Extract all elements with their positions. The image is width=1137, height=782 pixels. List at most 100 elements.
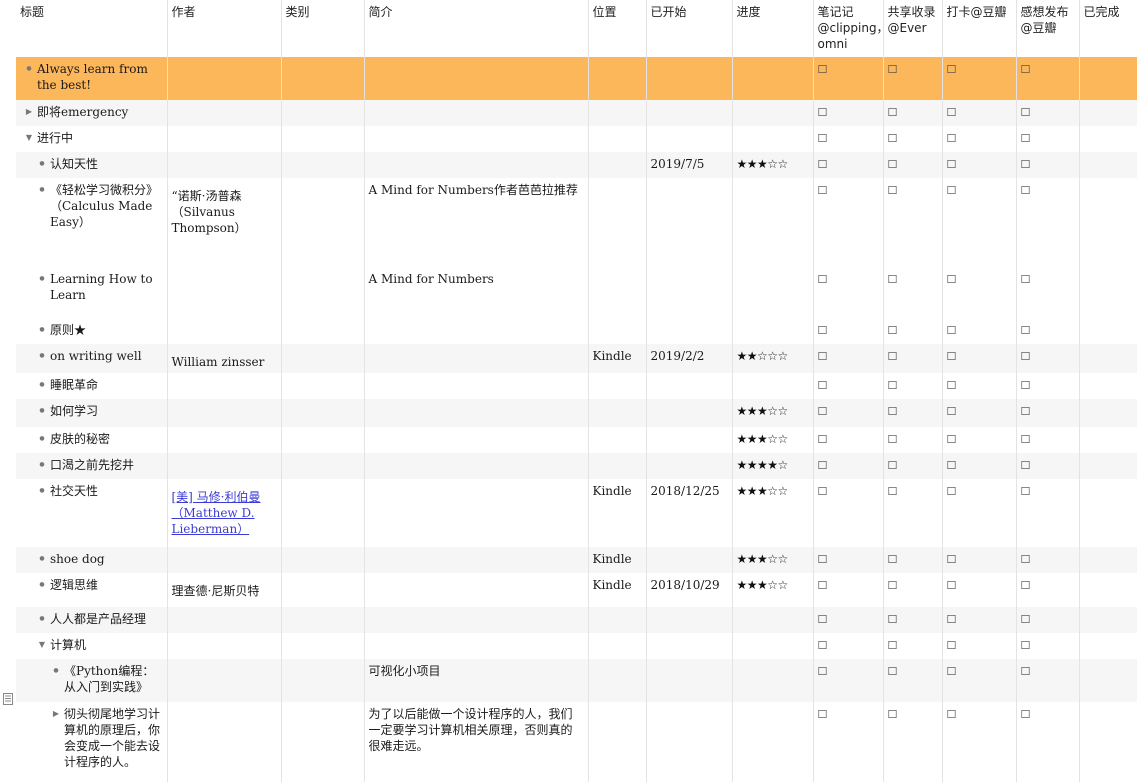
- checkin-checkbox[interactable]: ☐: [942, 399, 1017, 427]
- progress-cell[interactable]: ★★★☆☆: [732, 547, 814, 573]
- category-cell[interactable]: [281, 633, 365, 659]
- table-row[interactable]: ▼ 计算机 ☐ ☐ ☐ ☐: [16, 633, 1137, 659]
- finished-cell[interactable]: [1079, 57, 1137, 100]
- review-checkbox[interactable]: ☐: [1016, 373, 1080, 399]
- disclosure-expanded-icon[interactable]: ▼: [24, 130, 34, 146]
- checkin-checkbox[interactable]: ☐: [942, 126, 1017, 152]
- checkbox-icon[interactable]: ☐: [947, 485, 957, 498]
- started-cell[interactable]: [646, 453, 733, 479]
- checkbox-icon[interactable]: ☐: [818, 106, 828, 119]
- checkbox-icon[interactable]: ☐: [818, 184, 828, 197]
- checkbox-icon[interactable]: ☐: [1021, 433, 1031, 446]
- checkbox-icon[interactable]: ☐: [818, 708, 828, 721]
- title-cell[interactable]: ▶ 即将emergency: [16, 100, 168, 126]
- checkbox-icon[interactable]: ☐: [947, 184, 957, 197]
- checkbox-icon[interactable]: ☐: [888, 708, 898, 721]
- notes-checkbox[interactable]: ☐: [813, 267, 884, 318]
- checkbox-icon[interactable]: ☐: [888, 579, 898, 592]
- checkbox-icon[interactable]: ☐: [947, 405, 957, 418]
- category-cell[interactable]: [281, 318, 365, 344]
- summary-cell[interactable]: [364, 633, 589, 659]
- table-row[interactable]: ● 《轻松学习微积分》（Calculus Made Easy） “诺斯·汤普森 （S…: [16, 178, 1137, 267]
- finished-cell[interactable]: [1079, 547, 1137, 573]
- progress-cell[interactable]: [732, 659, 814, 702]
- progress-cell[interactable]: ★★★☆☆: [732, 479, 814, 547]
- location-cell[interactable]: [588, 267, 647, 318]
- title-cell[interactable]: ● on writing well: [16, 344, 168, 373]
- review-checkbox[interactable]: ☐: [1016, 344, 1080, 373]
- location-cell[interactable]: Kindle: [588, 344, 647, 373]
- location-cell[interactable]: Kindle: [588, 547, 647, 573]
- table-row[interactable]: ● 皮肤的秘密 ★★★☆☆ ☐ ☐ ☐ ☐: [16, 427, 1137, 453]
- checkbox-icon[interactable]: ☐: [818, 459, 828, 472]
- checkin-checkbox[interactable]: ☐: [942, 453, 1017, 479]
- checkbox-icon[interactable]: ☐: [947, 350, 957, 363]
- checkbox-icon[interactable]: ☐: [818, 273, 828, 286]
- notes-checkbox[interactable]: ☐: [813, 573, 884, 607]
- location-cell[interactable]: [588, 702, 647, 782]
- checkin-checkbox[interactable]: ☐: [942, 57, 1017, 100]
- checkbox-icon[interactable]: ☐: [818, 405, 828, 418]
- author-cell[interactable]: [167, 702, 282, 782]
- checkbox-icon[interactable]: ☐: [947, 273, 957, 286]
- notes-checkbox[interactable]: ☐: [813, 57, 884, 100]
- progress-cell[interactable]: ★★★☆☆: [732, 399, 814, 427]
- notes-checkbox[interactable]: ☐: [813, 427, 884, 453]
- summary-cell[interactable]: [364, 607, 589, 633]
- shared-checkbox[interactable]: ☐: [883, 659, 943, 702]
- checkbox-icon[interactable]: ☐: [1021, 324, 1031, 337]
- disclosure-expanded-icon[interactable]: ▼: [37, 637, 47, 653]
- review-checkbox[interactable]: ☐: [1016, 100, 1080, 126]
- checkbox-icon[interactable]: ☐: [1021, 579, 1031, 592]
- checkin-checkbox[interactable]: ☐: [942, 373, 1017, 399]
- author-cell[interactable]: William zinsser: [167, 344, 282, 373]
- finished-cell[interactable]: [1079, 479, 1137, 547]
- finished-cell[interactable]: [1079, 427, 1137, 453]
- col-header-progress[interactable]: 进度: [732, 0, 814, 57]
- category-cell[interactable]: [281, 57, 365, 100]
- checkbox-icon[interactable]: ☐: [947, 106, 957, 119]
- author-cell[interactable]: [167, 152, 282, 178]
- review-checkbox[interactable]: ☐: [1016, 318, 1080, 344]
- summary-cell[interactable]: [364, 373, 589, 399]
- notes-checkbox[interactable]: ☐: [813, 659, 884, 702]
- checkbox-icon[interactable]: ☐: [818, 132, 828, 145]
- category-cell[interactable]: [281, 479, 365, 547]
- author-cell[interactable]: [167, 100, 282, 126]
- col-header-review-douban[interactable]: 感想发布@豆瓣: [1016, 0, 1080, 57]
- shared-checkbox[interactable]: ☐: [883, 427, 943, 453]
- col-header-author[interactable]: 作者: [167, 0, 282, 57]
- checkbox-icon[interactable]: ☐: [818, 433, 828, 446]
- checkbox-icon[interactable]: ☐: [947, 553, 957, 566]
- table-row[interactable]: ● Always learn from the best! ☐ ☐ ☐ ☐: [16, 57, 1137, 100]
- checkbox-icon[interactable]: ☐: [1021, 132, 1031, 145]
- author-cell[interactable]: [美] 马修·利伯曼 （Matthew D. Lieberman）: [167, 479, 282, 547]
- checkbox-icon[interactable]: ☐: [947, 579, 957, 592]
- checkin-checkbox[interactable]: ☐: [942, 318, 1017, 344]
- title-cell[interactable]: ● 人人都是产品经理: [16, 607, 168, 633]
- progress-cell[interactable]: ★★★☆☆: [732, 573, 814, 607]
- author-cell[interactable]: [167, 399, 282, 427]
- progress-cell[interactable]: [732, 267, 814, 318]
- title-cell[interactable]: ● 社交天性: [16, 479, 168, 547]
- col-header-started[interactable]: 已开始: [646, 0, 733, 57]
- checkbox-icon[interactable]: ☐: [1021, 106, 1031, 119]
- notes-checkbox[interactable]: ☐: [813, 373, 884, 399]
- location-cell[interactable]: [588, 427, 647, 453]
- checkin-checkbox[interactable]: ☐: [942, 479, 1017, 547]
- checkbox-icon[interactable]: ☐: [1021, 665, 1031, 678]
- checkbox-icon[interactable]: ☐: [947, 433, 957, 446]
- title-cell[interactable]: ● 皮肤的秘密: [16, 427, 168, 453]
- review-checkbox[interactable]: ☐: [1016, 479, 1080, 547]
- author-cell[interactable]: [167, 453, 282, 479]
- summary-cell[interactable]: [364, 573, 589, 607]
- progress-cell[interactable]: ★★★☆☆: [732, 152, 814, 178]
- notes-checkbox[interactable]: ☐: [813, 152, 884, 178]
- notes-checkbox[interactable]: ☐: [813, 702, 884, 782]
- started-cell[interactable]: [646, 100, 733, 126]
- progress-cell[interactable]: [732, 633, 814, 659]
- checkbox-icon[interactable]: ☐: [888, 106, 898, 119]
- progress-cell[interactable]: [732, 178, 814, 267]
- finished-cell[interactable]: [1079, 126, 1137, 152]
- review-checkbox[interactable]: ☐: [1016, 427, 1080, 453]
